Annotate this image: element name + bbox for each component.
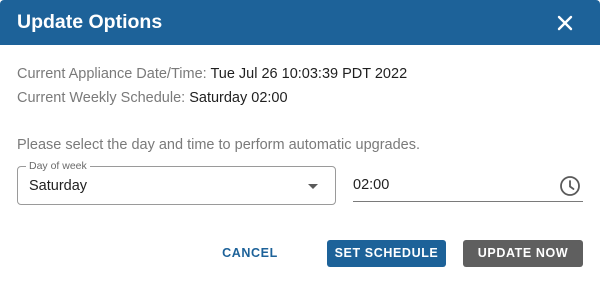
day-of-week-label: Day of week xyxy=(26,159,90,173)
chevron-down-icon xyxy=(308,184,318,189)
instruction-text: Please select the day and time to perfor… xyxy=(17,137,420,153)
update-options-dialog: Update Options Current Appliance Date/Ti… xyxy=(0,0,600,285)
set-schedule-button[interactable]: SET SCHEDULE xyxy=(327,240,446,267)
dialog-header: Update Options xyxy=(0,0,600,45)
close-icon xyxy=(557,15,573,31)
clock-icon[interactable] xyxy=(559,175,581,197)
current-schedule-label: Current Weekly Schedule: xyxy=(17,90,190,106)
update-now-button[interactable]: UPDATE NOW xyxy=(463,240,583,267)
day-of-week-value: Saturday xyxy=(29,178,88,194)
dialog-title: Update Options xyxy=(17,11,163,33)
current-schedule-line: Current Weekly Schedule: Saturday 02:00 xyxy=(17,89,288,107)
current-schedule-value: Saturday 02:00 xyxy=(189,90,288,106)
current-date-value: Tue Jul 26 10:03:39 PDT 2022 xyxy=(210,66,408,82)
day-of-week-select[interactable]: Day of week Saturday xyxy=(17,159,336,205)
current-date-line: Current Appliance Date/Time: Tue Jul 26 … xyxy=(17,65,407,83)
time-value: 02:00 xyxy=(353,177,390,193)
current-date-label: Current Appliance Date/Time: xyxy=(17,66,211,82)
close-button[interactable] xyxy=(550,8,580,38)
time-input[interactable]: 02:00 xyxy=(353,166,583,202)
cancel-button[interactable]: CANCEL xyxy=(212,240,288,267)
